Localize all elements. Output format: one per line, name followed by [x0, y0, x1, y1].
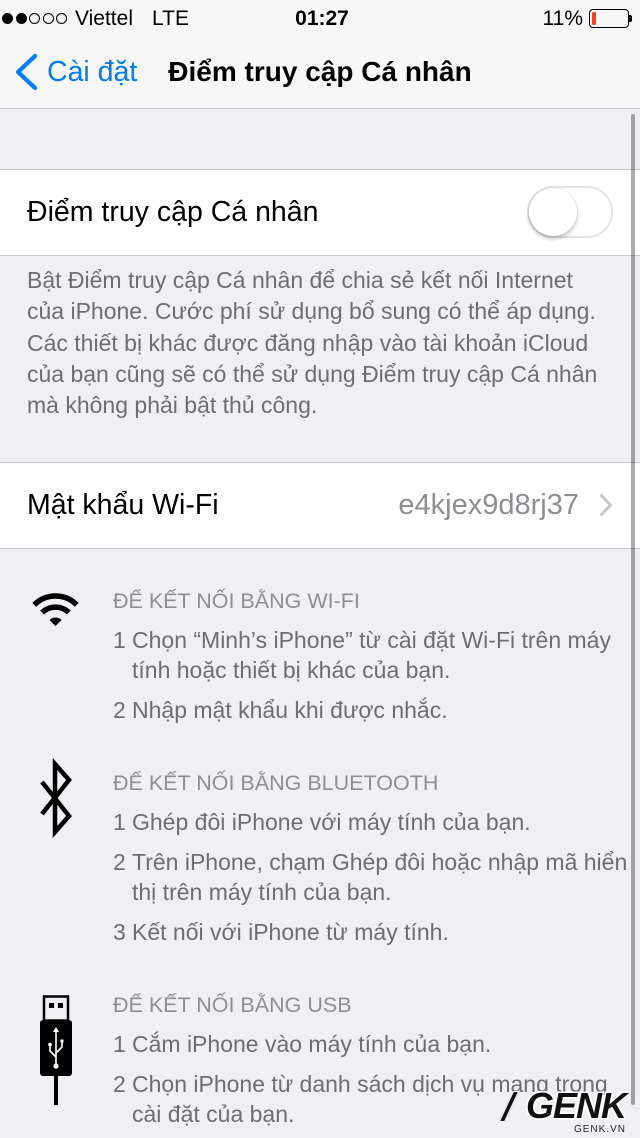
step: 1 Chọn “Minh’s iPhone” từ cài đặt Wi-Fi … — [113, 625, 640, 685]
wifi-password-value: e4kjex9d8rj37 — [398, 489, 579, 521]
clock: 01:27 — [295, 7, 349, 30]
description-line: mà không phải bật thủ công. — [27, 392, 318, 419]
step-number: 2 — [113, 849, 126, 875]
step-text: Nhập mật khẩu khi được nhắc. — [132, 695, 448, 725]
chevron-left-icon — [13, 53, 39, 91]
step-number: 2 — [113, 697, 126, 723]
description-line: của bạn cũng sẽ có thể sử dụng Điểm truy… — [27, 360, 598, 387]
step-text-line: thị trên máy tính của bạn. — [132, 879, 392, 905]
back-label: Cài đặt — [47, 56, 138, 88]
battery-icon — [589, 9, 629, 28]
watermark-logo: GENK — [525, 1085, 627, 1126]
step: 1 Ghép đôi iPhone với máy tính của bạn. — [113, 807, 640, 837]
step-number: 1 — [113, 1031, 126, 1057]
section-header: ĐỂ KẾT NỐI BẰNG WI-FI — [113, 589, 360, 613]
step-text: Trên iPhone, chạm Ghép đôi hoặc nhập mã … — [132, 847, 627, 907]
back-button[interactable]: Cài đặt — [8, 48, 148, 96]
toggle-knob — [529, 188, 577, 236]
signal-dot-filled — [15, 13, 27, 24]
bluetooth-icon — [38, 758, 73, 838]
hotspot-description: Bật Điểm truy cập Cá nhân để chia sẻ kết… — [27, 265, 597, 421]
wifi-password-label: Mật khẩu Wi-Fi — [27, 489, 219, 521]
step-text-line: Ghép đôi iPhone với máy tính của bạn. — [132, 809, 531, 835]
connection-instructions: ĐỂ KẾT NỐI BẰNG WI-FI 1 Chọn “Minh’s iPh… — [0, 586, 640, 1138]
step: 2 Trên iPhone, chạm Ghép đôi hoặc nhập m… — [113, 847, 640, 907]
step-text-line: Nhập mật khẩu khi được nhắc. — [132, 697, 448, 723]
step-text: Chọn “Minh’s iPhone” từ cài đặt Wi-Fi tr… — [132, 625, 611, 685]
step-text-line: Cắm iPhone vào máy tính của bạn. — [132, 1031, 492, 1057]
step: 2 Nhập mật khẩu khi được nhắc. — [113, 695, 640, 725]
description-line: của iPhone. Cước phí sử dụng bổ sung có … — [27, 298, 596, 325]
wifi-password-cell[interactable]: Mật khẩu Wi-Fi e4kjex9d8rj37 — [0, 462, 640, 549]
step-number: 3 — [113, 919, 126, 945]
network-type: LTE — [152, 7, 189, 30]
carrier-name: Viettel — [75, 7, 133, 30]
step-text-line: tính hoặc thiết bị khác của bạn. — [132, 657, 451, 683]
watermark: GENK GENK.VN — [498, 1085, 627, 1136]
step-text-line: Chọn “Minh’s iPhone” từ cài đặt Wi-Fi tr… — [132, 627, 611, 653]
top-bar: Viettel LTE 01:27 11% Cài đặt Điểm truy … — [0, 0, 640, 109]
signal-dot-empty — [29, 13, 40, 24]
wifi-icon — [32, 592, 79, 628]
battery-percent: 11% — [542, 7, 583, 30]
description-line: Bật Điểm truy cập Cá nhân để chia sẻ kết… — [27, 267, 573, 293]
hotspot-toggle[interactable] — [527, 186, 613, 238]
scroll-indicator[interactable] — [631, 114, 635, 1105]
signal-strength — [2, 13, 67, 24]
wifi-instructions: ĐỂ KẾT NỐI BẰNG WI-FI 1 Chọn “Minh’s iPh… — [0, 586, 640, 725]
section-header: ĐỂ KẾT NỐI BẰNG BLUETOOTH — [113, 771, 439, 795]
description-line: Các thiết bị khác được đăng nhập vào tài… — [27, 329, 589, 356]
step: 3 Kết nối với iPhone từ máy tính. — [113, 917, 640, 947]
chevron-right-icon — [599, 493, 613, 517]
step-number: 1 — [113, 627, 126, 653]
step-number: 1 — [113, 809, 126, 835]
step-text: Cắm iPhone vào máy tính của bạn. — [132, 1029, 491, 1059]
step-text: Kết nối với iPhone từ máy tính. — [132, 917, 449, 947]
signal-dot-empty — [42, 13, 54, 24]
step-text: Ghép đôi iPhone với máy tính của bạn. — [132, 807, 531, 837]
battery-nub — [629, 15, 632, 22]
bluetooth-instructions: ĐỂ KẾT NỐI BẰNG BLUETOOTH 1 Ghép đôi iPh… — [0, 758, 640, 947]
usb-icon — [40, 995, 72, 1105]
step-text-line: Kết nối với iPhone từ máy tính. — [132, 919, 449, 945]
step-text-line: Trên iPhone, chạm Ghép đôi hoặc nhập mã … — [132, 849, 628, 875]
signal-dot-filled — [2, 13, 13, 24]
hotspot-cell: Điểm truy cập Cá nhân — [0, 169, 640, 256]
step: 1 Cắm iPhone vào máy tính của bạn. — [113, 1029, 640, 1059]
signal-dot-empty — [56, 13, 67, 24]
step-number: 2 — [113, 1071, 126, 1097]
section-header: ĐỂ KẾT NỐI BẰNG USB — [113, 993, 352, 1017]
page-title: Điểm truy cập Cá nhân — [168, 56, 472, 87]
battery-fill — [592, 12, 596, 25]
hotspot-label: Điểm truy cập Cá nhân — [27, 196, 319, 228]
